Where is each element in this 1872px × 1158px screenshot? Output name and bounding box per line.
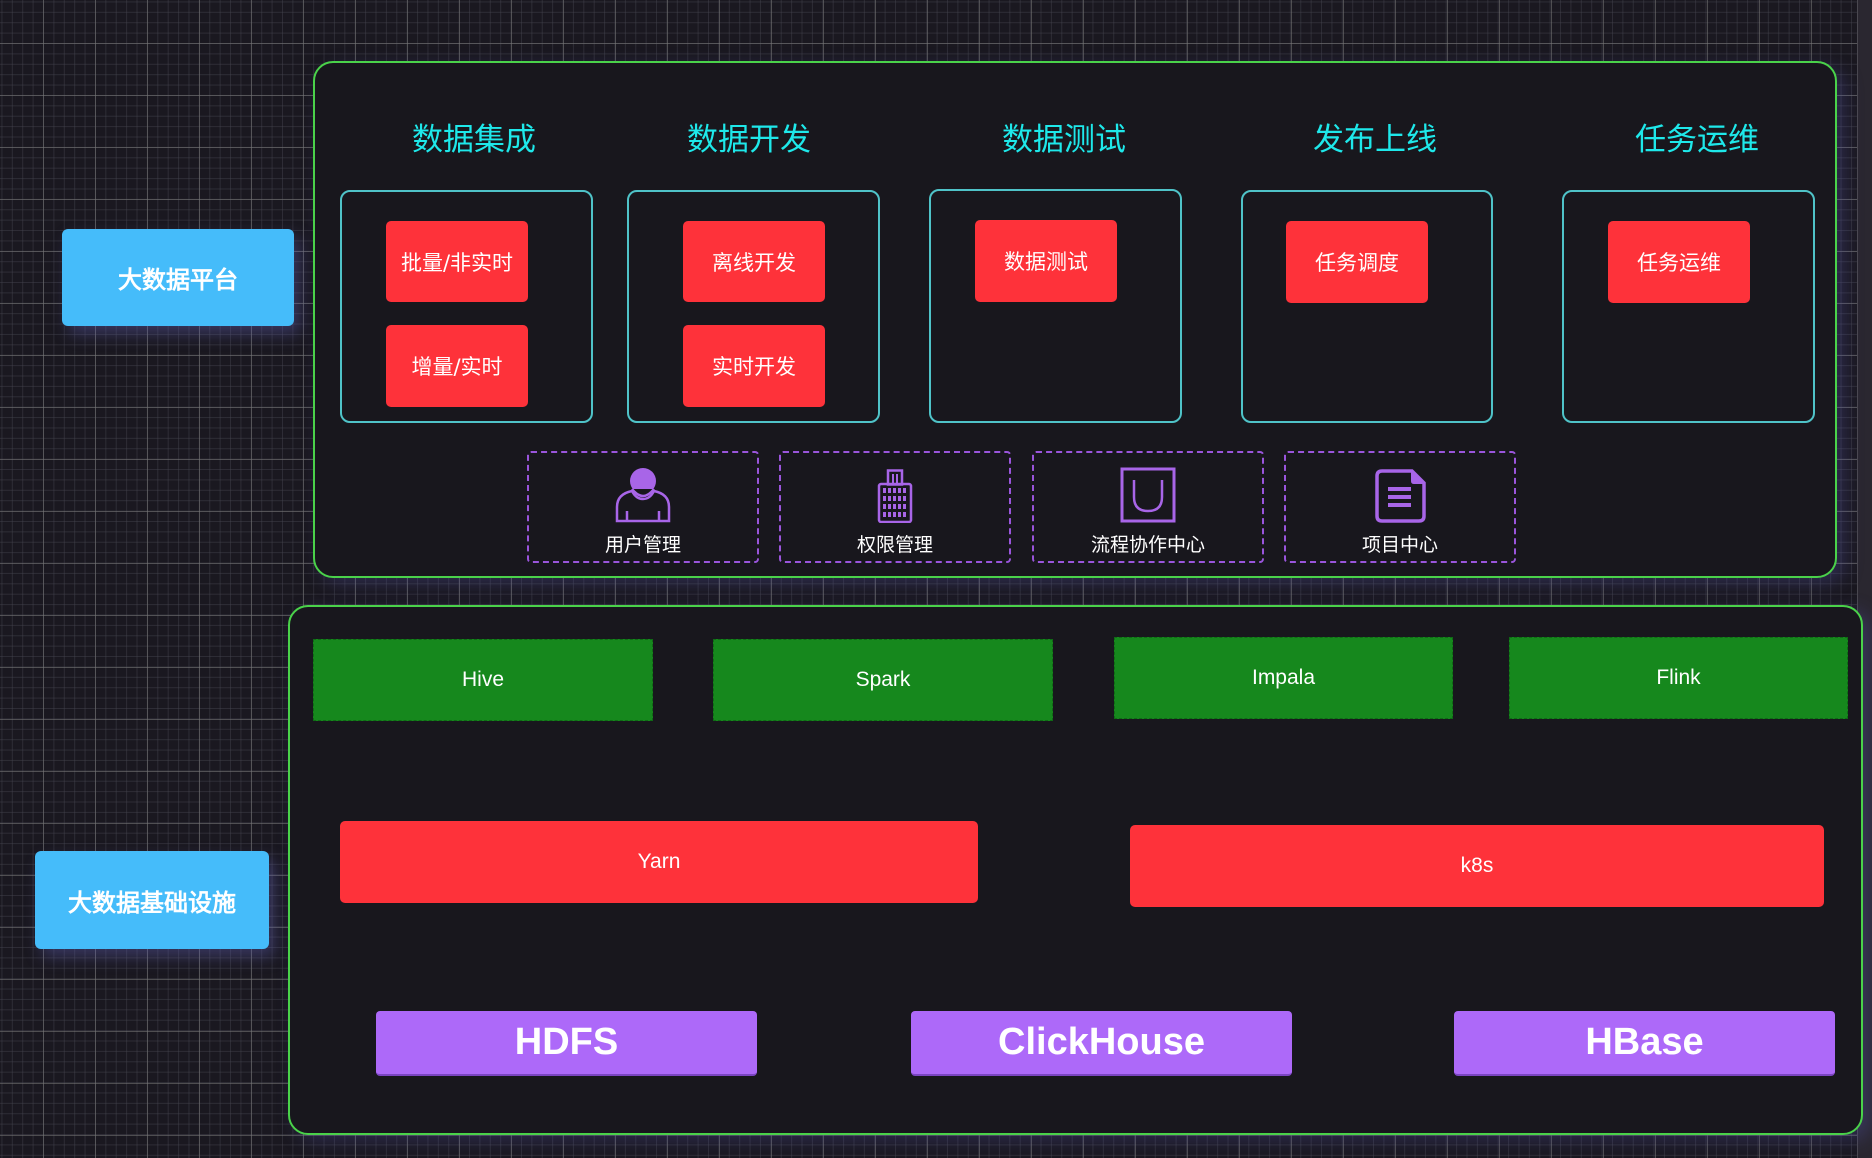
scheduler-k8s[interactable]: k8s bbox=[1130, 825, 1824, 907]
module-label: 批量/非实时 bbox=[400, 250, 514, 275]
column-title-data-testing: 数据测试 bbox=[1002, 122, 1126, 158]
service-workflow-center[interactable]: 流程协作中心 bbox=[1032, 451, 1264, 563]
module-data-testing[interactable]: 数据测试 bbox=[975, 220, 1117, 302]
workflow-icon bbox=[1120, 467, 1176, 523]
column-title-data-integration: 数据集成 bbox=[412, 122, 536, 158]
big-data-platform-label-text: 大数据平台 bbox=[118, 266, 238, 294]
service-label: 项目中心 bbox=[1361, 534, 1438, 556]
big-data-infrastructure-label-text: 大数据基础设施 bbox=[68, 888, 236, 917]
scheduler-label: k8s bbox=[1460, 854, 1494, 877]
storage-clickhouse[interactable]: ClickHouse bbox=[911, 1011, 1292, 1076]
service-project-center[interactable]: 项目中心 bbox=[1284, 451, 1516, 563]
engine-flink[interactable]: Flink bbox=[1509, 637, 1848, 719]
module-incremental-realtime[interactable]: 增量/实时 bbox=[386, 325, 528, 407]
module-task-ops[interactable]: 任务运维 bbox=[1608, 221, 1750, 303]
storage-hbase[interactable]: HBase bbox=[1454, 1011, 1835, 1076]
module-batch-offline[interactable]: 批量/非实时 bbox=[386, 221, 528, 302]
module-label: 任务调度 bbox=[1315, 251, 1399, 275]
building-icon bbox=[877, 469, 913, 523]
big-data-infrastructure-label: 大数据基础设施 bbox=[35, 851, 269, 949]
module-offline-development[interactable]: 离线开发 bbox=[683, 221, 825, 302]
user-icon bbox=[615, 468, 671, 523]
column-title-task-ops: 任务运维 bbox=[1635, 122, 1759, 158]
storage-hdfs[interactable]: HDFS bbox=[376, 1011, 757, 1076]
engine-label: Spark bbox=[855, 668, 911, 691]
engine-label: Hive bbox=[461, 668, 504, 691]
big-data-platform-label: 大数据平台 bbox=[62, 229, 294, 326]
service-label: 流程协作中心 bbox=[1090, 534, 1205, 556]
scheduler-yarn[interactable]: Yarn bbox=[340, 821, 978, 903]
module-task-scheduling[interactable]: 任务调度 bbox=[1286, 221, 1428, 303]
service-permission-management[interactable]: 权限管理 bbox=[779, 451, 1011, 563]
engine-impala[interactable]: Impala bbox=[1114, 637, 1453, 719]
scheduler-label: Yarn bbox=[637, 850, 681, 873]
module-label: 数据测试 bbox=[1004, 250, 1088, 274]
module-label: 增量/实时 bbox=[411, 355, 503, 379]
engine-label: Impala bbox=[1251, 666, 1316, 689]
document-icon bbox=[1375, 469, 1426, 523]
engine-hive[interactable]: Hive bbox=[313, 639, 653, 721]
engine-spark[interactable]: Spark bbox=[713, 639, 1053, 721]
module-label: 实时开发 bbox=[712, 355, 796, 379]
engine-label: Flink bbox=[1656, 666, 1701, 689]
module-realtime-development[interactable]: 实时开发 bbox=[683, 325, 825, 407]
column-title-data-development: 数据开发 bbox=[687, 122, 811, 158]
storage-label: HDFS bbox=[514, 1021, 619, 1063]
column-title-release: 发布上线 bbox=[1313, 122, 1437, 158]
service-label: 权限管理 bbox=[856, 534, 933, 556]
service-user-management[interactable]: 用户管理 bbox=[527, 451, 759, 563]
module-label: 离线开发 bbox=[712, 250, 796, 275]
storage-label: ClickHouse bbox=[998, 1021, 1205, 1063]
service-label: 用户管理 bbox=[604, 534, 681, 556]
storage-label: HBase bbox=[1585, 1021, 1704, 1063]
module-label: 任务运维 bbox=[1637, 251, 1721, 275]
